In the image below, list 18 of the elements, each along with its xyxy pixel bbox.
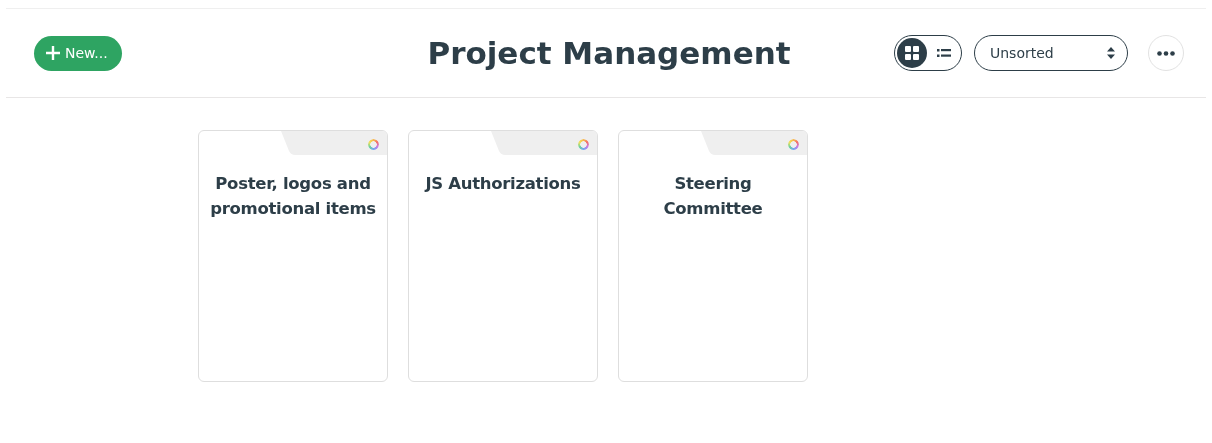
- color-ring-icon: [368, 139, 379, 150]
- card-title: Poster, logos and promotional items: [209, 173, 377, 220]
- folder-card[interactable]: Poster, logos and promotional items: [198, 130, 388, 382]
- card-title: JS Authorizations: [423, 173, 582, 195]
- grid-icon: [905, 46, 919, 60]
- more-button[interactable]: [1148, 35, 1184, 71]
- folder-card[interactable]: JS Authorizations: [408, 130, 598, 382]
- plus-icon: [46, 46, 60, 60]
- color-ring-icon: [788, 139, 799, 150]
- card-title: Steering Committee: [662, 173, 764, 220]
- more-icon: [1157, 50, 1175, 56]
- sort-dropdown[interactable]: Unsorted: [974, 35, 1128, 71]
- grid-view-button[interactable]: [897, 38, 927, 68]
- folder-card[interactable]: Steering Committee: [618, 130, 808, 382]
- page-title: Project Management: [427, 35, 791, 71]
- list-icon: [937, 48, 951, 58]
- color-ring-icon: [578, 139, 589, 150]
- sort-caret-icon: [1107, 47, 1115, 59]
